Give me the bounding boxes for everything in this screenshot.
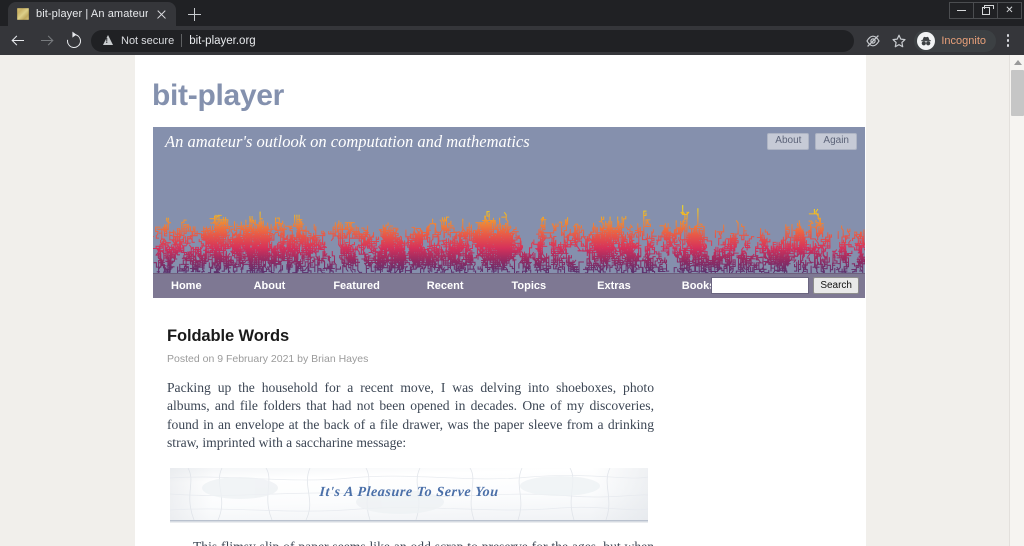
nav-item-extras[interactable]: Extras [597, 280, 631, 292]
browser-toolbar: Not secure bit-player.org Incognito [0, 26, 1024, 55]
post-paragraph-1: Packing up the household for a recent mo… [167, 380, 654, 450]
eye-slash-icon[interactable] [860, 28, 886, 54]
banner-again-button[interactable]: Again [815, 133, 857, 150]
url-text: bit-player.org [189, 34, 256, 47]
banner-buttons: About Again [767, 133, 857, 150]
reload-icon [64, 30, 84, 51]
minimize-button[interactable] [949, 2, 974, 19]
scrollbar-thumb[interactable] [1011, 70, 1024, 116]
omnibox-divider [181, 34, 183, 47]
browser-tab[interactable]: bit-player | An amateur's outlook [8, 2, 176, 26]
security-status: Not secure [121, 34, 175, 47]
post-title: Foldable Words [167, 327, 290, 345]
maximize-button[interactable] [973, 2, 998, 19]
arrow-left-icon [12, 34, 25, 47]
search-button[interactable]: Search [813, 277, 859, 294]
incognito-indicator[interactable]: Incognito [914, 29, 996, 52]
incognito-avatar-icon [917, 31, 936, 50]
banner-about-button[interactable]: About [767, 133, 810, 150]
window-controls: ✕ [949, 2, 1022, 19]
address-bar[interactable]: Not secure bit-player.org [91, 29, 855, 52]
star-icon[interactable] [886, 28, 912, 54]
site-title: bit-player [152, 79, 285, 112]
tab-title: bit-player | An amateur's outlook [36, 8, 148, 20]
tab-strip: bit-player | An amateur's outlook ✕ [0, 0, 1024, 26]
back-button[interactable] [4, 27, 32, 55]
arrow-right-icon [40, 34, 53, 47]
post-meta: Posted on 9 February 2021 by Brian Hayes [167, 353, 369, 365]
close-window-button[interactable]: ✕ [997, 2, 1022, 19]
straw-wrapper-figure: It's A Pleasure To Serve You [170, 468, 648, 526]
post-paragraph-2: This flimsy slip of paper seems like an … [167, 538, 654, 546]
site-search: Search [711, 277, 859, 294]
browser-window: bit-player | An amateur's outlook ✕ Not … [0, 0, 1024, 546]
incognito-label: Incognito [941, 34, 986, 47]
page-viewport: bit-player An amateur's outlook on compu… [0, 55, 1024, 546]
nav-item-recent[interactable]: Recent [427, 280, 464, 292]
close-icon[interactable] [155, 8, 168, 21]
nav-item-featured[interactable]: Featured [333, 280, 379, 292]
site-navigation: Home About Featured Recent Topics Extras… [153, 273, 865, 298]
dla-fractal-artwork [153, 205, 865, 274]
new-tab-button[interactable] [182, 4, 208, 26]
nav-item-about[interactable]: About [254, 280, 286, 292]
straw-paper: It's A Pleasure To Serve You [170, 468, 648, 521]
scroll-up-arrow-icon[interactable] [1010, 55, 1024, 69]
straw-shadow [170, 520, 648, 524]
search-input[interactable] [711, 277, 810, 294]
nav-item-topics[interactable]: Topics [511, 280, 546, 292]
article: Foldable Words Posted on 9 February 2021… [135, 298, 655, 546]
site-tagline: An amateur's outlook on computation and … [165, 132, 530, 151]
reload-button[interactable] [60, 27, 88, 55]
nav-item-home[interactable]: Home [171, 280, 202, 292]
site-banner: An amateur's outlook on computation and … [153, 127, 865, 274]
straw-caption-text: It's A Pleasure To Serve You [318, 485, 500, 501]
page-scrollbar[interactable] [1009, 55, 1024, 546]
site-favicon [17, 8, 29, 20]
site-content-card: bit-player An amateur's outlook on compu… [135, 55, 866, 546]
browser-menu-button[interactable] [998, 30, 1018, 52]
forward-button[interactable] [32, 27, 60, 55]
